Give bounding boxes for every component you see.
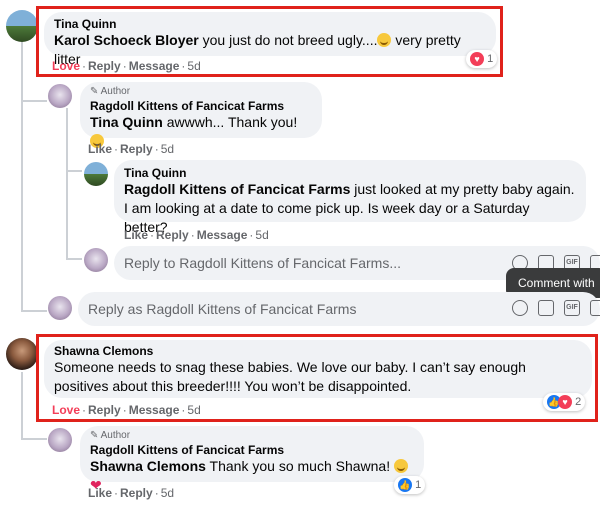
thread-line: [21, 438, 47, 440]
mention-link[interactable]: Shawna Clemons: [90, 458, 206, 474]
like-action[interactable]: Like: [124, 228, 148, 242]
thread-line: [21, 310, 47, 312]
avatar-tina-quinn[interactable]: [6, 10, 38, 42]
highlight-box: [36, 6, 503, 77]
camera-icon[interactable]: [538, 300, 554, 316]
thread-line: [66, 108, 68, 258]
reply-placeholder: Reply as Ragdoll Kittens of Fancicat Far…: [88, 301, 357, 317]
reaction-count: 1: [415, 478, 422, 491]
reply-actions: Like · Reply · 5d: [88, 486, 175, 500]
reply-placeholder: Reply to Ragdoll Kittens of Fancicat Far…: [124, 255, 401, 271]
reply-actions: Like · Reply · 5d: [88, 142, 175, 156]
like-action[interactable]: Like: [88, 142, 112, 156]
reply-action[interactable]: Reply: [156, 228, 189, 242]
timestamp[interactable]: 5d: [255, 228, 268, 242]
avatar-tina-quinn[interactable]: [84, 162, 108, 186]
like-reaction-icon: 👍: [398, 478, 412, 492]
reply-author[interactable]: Ragdoll Kittens of Fancicat Farms: [90, 443, 414, 457]
thread-line: [21, 100, 47, 102]
avatar-ragdoll-kittens[interactable]: [48, 428, 72, 452]
author-badge-icon: ✎: [90, 86, 101, 97]
sticker-icon[interactable]: [590, 300, 600, 316]
thread-line: [21, 372, 23, 438]
reply-text: Thank you so much Shawna!: [205, 458, 394, 474]
avatar-ragdoll-kittens: [84, 248, 108, 272]
emoji-icon[interactable]: [512, 300, 528, 316]
gif-icon[interactable]: GIF: [564, 300, 580, 316]
mention-link[interactable]: Ragdoll Kittens of Fancicat Farms: [124, 181, 350, 197]
reply-bubble: ✎ Author Ragdoll Kittens of Fancicat Far…: [80, 82, 322, 148]
reply-bubble: Tina Quinn Ragdoll Kittens of Fancicat F…: [114, 160, 586, 235]
thread-line: [66, 170, 82, 172]
author-badge-icon: ✎: [90, 430, 101, 441]
reply-author[interactable]: Ragdoll Kittens of Fancicat Farms: [90, 99, 312, 113]
avatar-ragdoll-kittens: [48, 296, 72, 320]
timestamp[interactable]: 5d: [161, 486, 174, 500]
hearts-face-emoji-icon: [394, 459, 408, 473]
reply-text: awwwh... Thank you!: [162, 114, 298, 130]
mention-link[interactable]: Tina Quinn: [90, 114, 163, 130]
tooltip-text: Comment with: [518, 276, 595, 290]
reply-action[interactable]: Reply: [120, 142, 153, 156]
reaction-summary[interactable]: 👍 1: [394, 476, 426, 494]
thread-line: [21, 42, 23, 312]
timestamp[interactable]: 5d: [161, 142, 174, 156]
reply-author[interactable]: Tina Quinn: [124, 166, 576, 180]
highlight-box: [36, 334, 598, 422]
message-action[interactable]: Message: [197, 228, 248, 242]
author-badge: Author: [100, 86, 131, 97]
reply-actions: Like · Reply · Message · 5d: [124, 228, 269, 242]
avatar-shawna-clemons[interactable]: [6, 338, 38, 370]
thread-line: [66, 258, 82, 260]
like-action[interactable]: Like: [88, 486, 112, 500]
author-badge: Author: [100, 430, 131, 441]
reply-bubble: ✎ Author Ragdoll Kittens of Fancicat Far…: [80, 426, 424, 493]
reply-action[interactable]: Reply: [120, 486, 153, 500]
avatar-ragdoll-kittens[interactable]: [48, 84, 72, 108]
